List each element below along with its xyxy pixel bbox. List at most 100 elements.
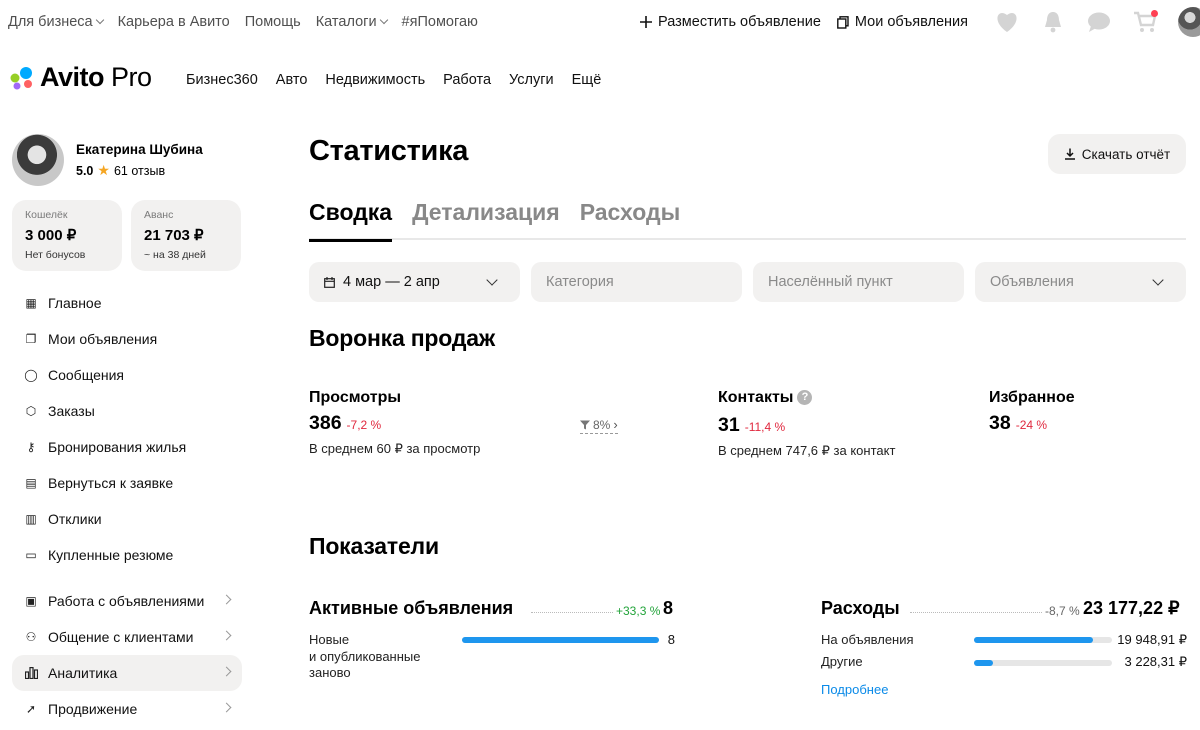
sidebar-item-label: Заказы — [48, 403, 95, 419]
sidebar-item-label: Отклики — [48, 511, 102, 527]
advance-card[interactable]: Аванс 21 703 ₽ ~ на 38 дней — [131, 200, 241, 271]
reviews-count: 61 отзыв — [113, 163, 166, 178]
sidebar-item-bookings[interactable]: ⚷ Бронирования жилья — [12, 429, 242, 465]
nav-more[interactable]: Ещё — [572, 72, 602, 88]
nav-auto[interactable]: Авто — [276, 72, 308, 88]
profile-card[interactable]: Екатерина Шубина 5.0 ★ 61 отзыв — [12, 134, 203, 186]
tab-summary[interactable]: Сводка — [309, 196, 393, 242]
expenses-other-bar — [974, 660, 1112, 666]
sidebar-item-bought-resumes[interactable]: ▭ Купленные резюме — [12, 537, 242, 573]
chevron-right-icon: › — [613, 417, 618, 432]
profile-name[interactable]: Екатерина Шубина — [76, 142, 203, 157]
top-links: Для бизнеса Карьера в Авито Помощь Катал… — [8, 14, 478, 30]
main-header: Avito Pro Бизнес360 Авто Недвижимость Ра… — [0, 54, 1200, 104]
copy-icon: ❐ — [25, 332, 37, 346]
post-ad-button[interactable]: Разместить объявление — [640, 14, 821, 30]
wallet-value: 3 000 ₽ — [25, 227, 77, 244]
category-field[interactable]: Категория — [531, 262, 742, 302]
wallet-card[interactable]: Кошелёк 3 000 ₽ Нет бонусов — [12, 200, 122, 271]
notifications-bell-icon[interactable] — [1039, 8, 1067, 36]
download-icon — [1064, 148, 1075, 160]
conversion-indicator[interactable]: 8% › — [580, 417, 618, 434]
ads-select[interactable]: Объявления — [975, 262, 1186, 302]
sidebar-item-messages[interactable]: ◯ Сообщения — [12, 357, 242, 393]
active-ads-row-label: Новые и опубликованные заново — [309, 632, 421, 680]
list-icon: ▥ — [25, 512, 37, 526]
chevron-right-icon — [221, 702, 232, 713]
profile-avatar[interactable] — [12, 134, 64, 186]
active-ads-bar-fill — [462, 637, 659, 643]
views-delta: -7,2 % — [346, 418, 382, 432]
favorites-metric: 38 -24 % — [989, 412, 1047, 435]
chat-icon: ◯ — [24, 368, 38, 382]
cart-icon[interactable] — [1131, 8, 1159, 36]
download-report-button[interactable]: Скачать отчёт — [1048, 134, 1186, 174]
nav-services[interactable]: Услуги — [509, 72, 554, 88]
active-ads-title: Активные объявления — [309, 598, 514, 618]
help-icon[interactable]: ? — [797, 390, 813, 406]
nav-business360[interactable]: Бизнес360 — [186, 72, 258, 88]
sidebar-item-main[interactable]: ▦ Главное — [12, 285, 242, 321]
sidebar-item-my-ads[interactable]: ❐ Мои объявления — [12, 321, 242, 357]
chevron-down-icon — [95, 15, 104, 25]
contacts-delta: -11,4 % — [744, 420, 786, 434]
chevron-right-icon — [221, 666, 232, 677]
filter-funnel-icon — [580, 420, 590, 429]
contacts-metric: 31 -11,4 % — [718, 414, 785, 437]
sidebar-item-label: Купленные резюме — [48, 547, 174, 563]
box-icon: ⬡ — [25, 404, 37, 418]
expenses-ads-bar-fill — [974, 637, 1093, 643]
document-icon: ▤ — [25, 476, 37, 490]
expenses-delta: -8,7 % — [1045, 604, 1080, 618]
rating-value: 5.0 — [76, 163, 94, 178]
ads-work-icon: ▣ — [25, 594, 37, 608]
sidebar-item-responses[interactable]: ▥ Отклики — [12, 501, 242, 537]
chevron-down-icon — [1152, 274, 1164, 286]
plus-icon — [640, 16, 653, 28]
funnel-title: Воронка продаж — [309, 325, 495, 351]
active-ads-delta: +33,3 % — [616, 604, 661, 618]
messages-chat-icon[interactable] — [1085, 8, 1113, 36]
profile-rating[interactable]: 5.0 ★ 61 отзыв — [76, 162, 203, 179]
my-ads-link[interactable]: Мои объявления — [837, 14, 968, 30]
sidebar-item-orders[interactable]: ⬡ Заказы — [12, 393, 242, 429]
users-icon: ⚇ — [25, 630, 37, 644]
city-field[interactable]: Населённый пункт — [753, 262, 964, 302]
user-avatar[interactable] — [1178, 7, 1200, 37]
sidebar-group-ads-work[interactable]: ▣ Работа с объявлениями — [12, 583, 242, 619]
nav-jobs[interactable]: Работа — [443, 72, 491, 88]
expenses-value: 23 177,22 ₽ — [1083, 598, 1180, 618]
favorites-heart-icon[interactable] — [993, 8, 1021, 36]
avito-pro-logo[interactable]: Avito Pro — [8, 62, 152, 93]
resume-icon: ▭ — [25, 548, 37, 562]
date-range-select[interactable]: 4 мар — 2 апр — [309, 262, 520, 302]
contacts-value: 31 — [718, 414, 740, 436]
favorites-label: Избранное — [989, 389, 1075, 406]
sidebar-group-analytics[interactable]: Аналитика — [12, 655, 242, 691]
logo-pro-text: Pro — [111, 62, 152, 92]
nav-realty[interactable]: Недвижимость — [325, 72, 425, 88]
expenses-ads-label: На объявления — [821, 632, 914, 647]
advance-sub: ~ на 38 дней — [144, 249, 206, 261]
sidebar-item-label: Работа с объявлениями — [48, 593, 205, 609]
top-link-ya-pomogayu[interactable]: #яПомогаю — [402, 14, 478, 30]
chevron-down-icon — [486, 274, 498, 286]
top-link-business[interactable]: Для бизнеса — [8, 14, 104, 30]
top-link-career[interactable]: Карьера в Авито — [118, 14, 230, 30]
active-ads-bar — [462, 637, 659, 643]
expenses-title: Расходы — [821, 598, 900, 618]
expenses-other-label: Другие — [821, 654, 863, 669]
sidebar-group-promotion[interactable]: ➚ Продвижение — [12, 691, 242, 727]
top-link-help[interactable]: Помощь — [245, 14, 301, 30]
expenses-more-link[interactable]: Подробнее — [821, 682, 888, 697]
views-metric: 386 -7,2 % — [309, 412, 381, 435]
active-ads-row-value: 8 — [667, 632, 675, 647]
sidebar-group-clients[interactable]: ⚇ Общение с клиентами — [12, 619, 242, 655]
wallet-label: Кошелёк — [25, 209, 68, 221]
tab-details[interactable]: Детализация — [412, 196, 560, 240]
top-link-catalogs[interactable]: Каталоги — [316, 14, 388, 30]
sidebar-item-return-request[interactable]: ▤ Вернуться к заявке — [12, 465, 242, 501]
sidebar-item-label: Сообщения — [48, 367, 124, 383]
tab-expenses[interactable]: Расходы — [580, 196, 681, 240]
views-label: Просмотры — [309, 389, 402, 406]
